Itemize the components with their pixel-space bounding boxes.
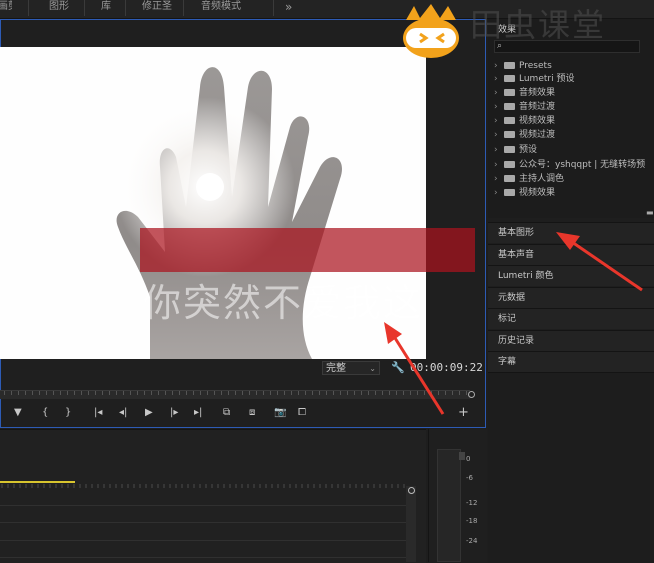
arrow-head-icon (556, 232, 580, 250)
annotation-arrow-line (571, 240, 643, 292)
arrow-head-icon (384, 322, 402, 344)
annotation-arrows (384, 232, 643, 415)
annotation-arrow-line (393, 337, 445, 415)
